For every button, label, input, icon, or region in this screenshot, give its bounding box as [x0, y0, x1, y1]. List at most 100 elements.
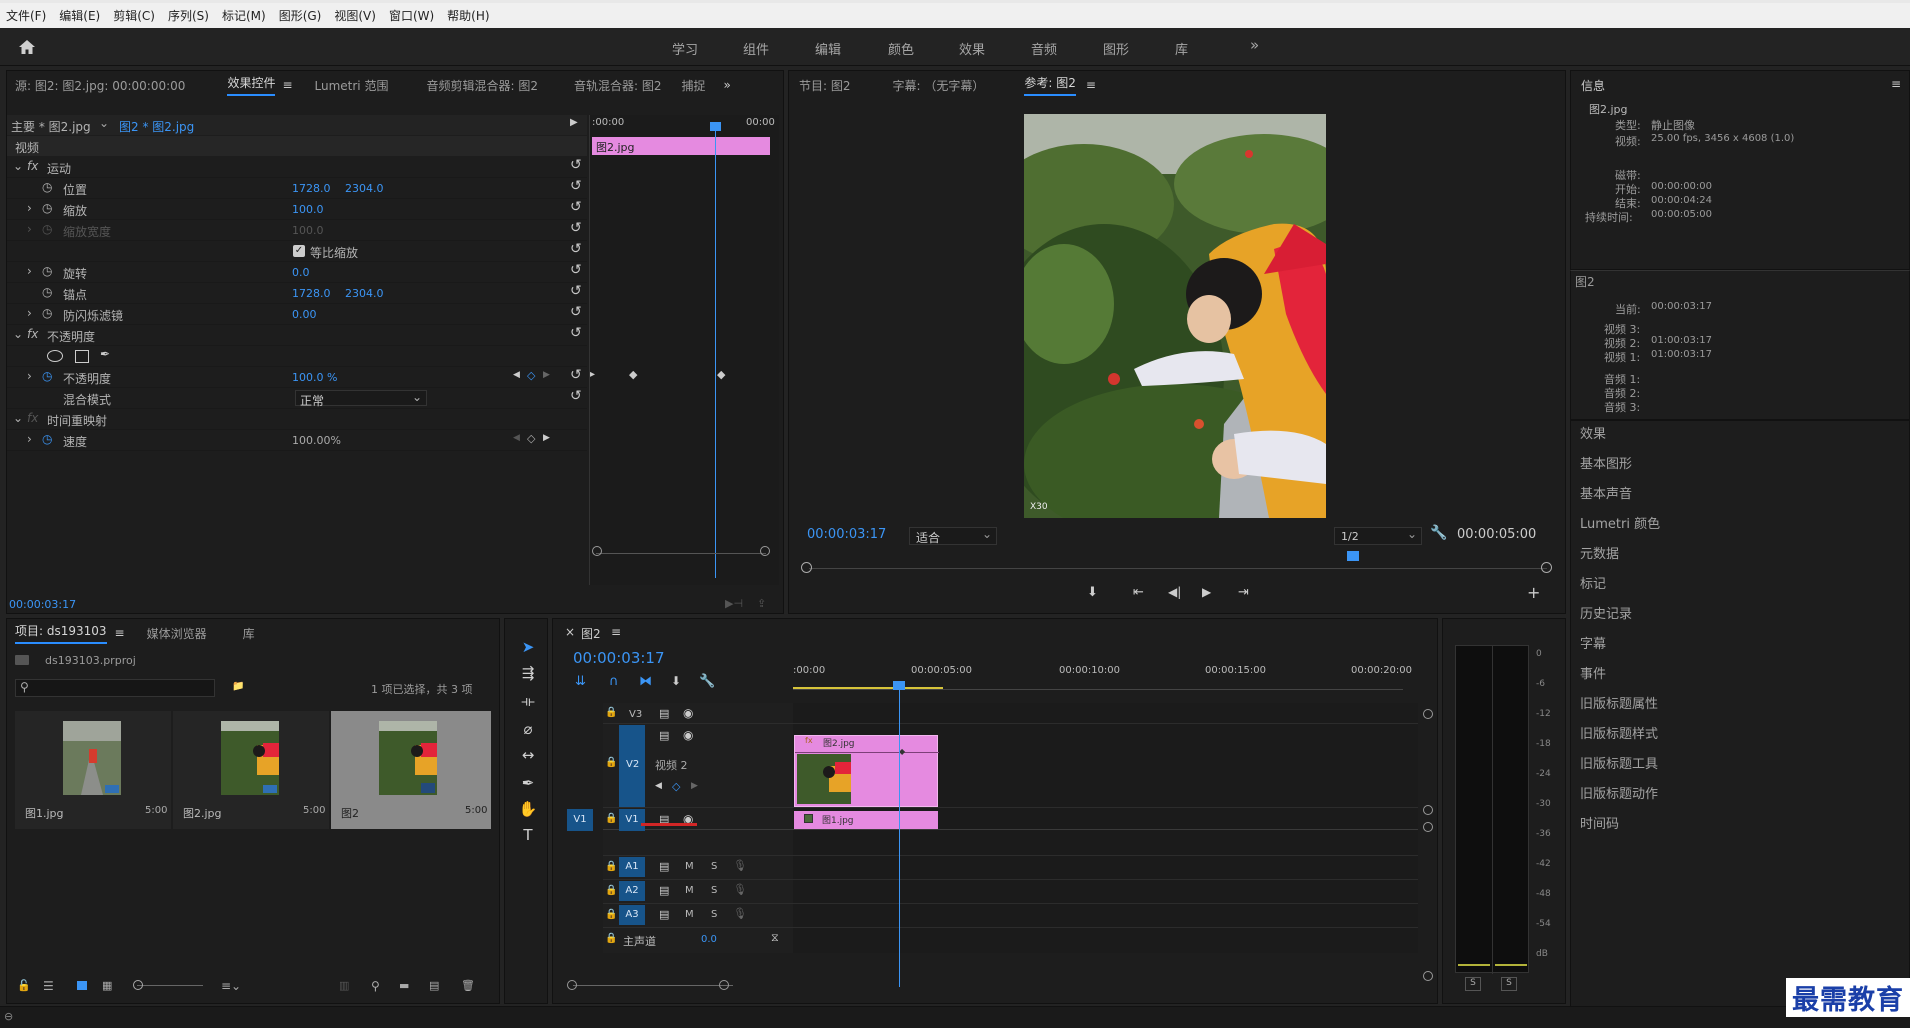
- slip-tool-icon[interactable]: ↔: [518, 746, 538, 766]
- track-name-v2[interactable]: 视频 2: [655, 757, 688, 773]
- selection-tool-icon[interactable]: ➤: [518, 638, 538, 658]
- effect-controls-timecode[interactable]: 00:00:03:17: [9, 598, 76, 611]
- side-item-timecode[interactable]: 时间码: [1580, 813, 1619, 832]
- stopwatch-active-icon[interactable]: ◷: [42, 432, 52, 446]
- tab-audio-track-mixer[interactable]: 音轨混合器: 图2: [574, 77, 662, 94]
- reset-icon[interactable]: ↺: [570, 220, 582, 236]
- side-item-legacy-title-properties[interactable]: 旧版标题属性: [1580, 693, 1658, 712]
- play-right-icon[interactable]: ▶: [570, 117, 578, 128]
- position-y-value[interactable]: 2304.0: [345, 182, 384, 195]
- add-button-icon[interactable]: +: [1527, 583, 1540, 602]
- anchor-x-value[interactable]: 1728.0: [292, 287, 331, 300]
- tab-menu-icon[interactable]: ≡: [282, 78, 292, 92]
- fx-badge-icon[interactable]: fx: [27, 327, 38, 341]
- clip-v1[interactable]: 图1.jpg: [794, 811, 938, 829]
- reset-icon[interactable]: ↺: [570, 304, 582, 320]
- mute-button[interactable]: M: [685, 885, 694, 896]
- snap-icon[interactable]: ⇊: [575, 674, 586, 689]
- reset-icon[interactable]: ↺: [570, 325, 582, 341]
- lock-icon[interactable]: 🔒: [605, 707, 617, 718]
- step-forward-button[interactable]: ⇥: [1238, 585, 1249, 600]
- tab-reference[interactable]: 参考: 图2: [1024, 74, 1076, 96]
- opacity-value[interactable]: 100.0 %: [292, 371, 337, 384]
- hscroll-handle-right[interactable]: [719, 980, 729, 990]
- uniform-scale-checkbox[interactable]: ✓: [293, 245, 305, 257]
- add-keyframe-icon[interactable]: ◇: [672, 780, 680, 793]
- expand-chevron-icon[interactable]: ⌄: [13, 327, 23, 341]
- freeform-view-icon[interactable]: ▦: [102, 979, 112, 992]
- info-title[interactable]: 信息: [1581, 77, 1605, 94]
- new-item-icon[interactable]: ▤: [429, 979, 439, 992]
- sync-lock-icon[interactable]: ▤: [659, 860, 669, 873]
- workspace-tab-learn[interactable]: 学习: [672, 39, 698, 58]
- anchor-row[interactable]: ◷ 锚点 1728.0 2304.0: [7, 283, 587, 304]
- zoom-slider[interactable]: [137, 985, 203, 986]
- go-to-in-button[interactable]: ⇤: [1133, 585, 1144, 600]
- mini-clip-bar[interactable]: 图2.jpg: [592, 137, 770, 155]
- tab-menu-icon[interactable]: ≡: [1086, 78, 1096, 92]
- keyframe-diamond-icon[interactable]: ◆: [717, 368, 725, 381]
- rectangle-mask-icon[interactable]: [75, 350, 89, 363]
- expand-chevron-icon[interactable]: ⌄: [13, 411, 23, 425]
- timeline-playhead-handle[interactable]: [893, 681, 905, 690]
- rotation-value[interactable]: 0.0: [292, 266, 310, 279]
- tab-captions[interactable]: 字幕: （无字幕）: [893, 77, 985, 94]
- ripple-edit-tool-icon[interactable]: ⟛: [518, 692, 538, 712]
- workspace-tab-editing[interactable]: 编辑: [815, 39, 841, 58]
- automate-icon[interactable]: ▥: [339, 979, 349, 992]
- workspace-tab-graphics[interactable]: 图形: [1103, 39, 1129, 58]
- solo-button[interactable]: S: [711, 885, 717, 896]
- project-item-1[interactable]: 图1.jpg 5:00: [15, 711, 171, 829]
- side-item-legacy-title-actions[interactable]: 旧版标题动作: [1580, 783, 1658, 802]
- speed-row[interactable]: › ◷ 速度 100.00% ◀ ◇ ▶: [7, 430, 587, 451]
- hand-tool-icon[interactable]: ✋: [518, 800, 538, 820]
- tab-source[interactable]: 源: 图2: 图2.jpg: 00:00:00:00: [15, 77, 185, 94]
- reset-icon[interactable]: ↺: [570, 199, 582, 215]
- pen-tool-icon[interactable]: ✒: [518, 774, 538, 794]
- side-item-essential-sound[interactable]: 基本声音: [1580, 483, 1632, 502]
- side-item-legacy-title-styles[interactable]: 旧版标题样式: [1580, 723, 1658, 742]
- side-item-markers[interactable]: 标记: [1580, 573, 1606, 592]
- side-item-metadata[interactable]: 元数据: [1580, 543, 1619, 562]
- menu-marker[interactable]: 标记(M): [222, 7, 266, 24]
- microphone-icon[interactable]: 🎙: [733, 907, 747, 920]
- track-target-a2[interactable]: A2: [619, 881, 645, 901]
- sort-icon[interactable]: ≡⌄: [221, 979, 241, 993]
- hscroll-bar[interactable]: [573, 985, 733, 986]
- reset-icon[interactable]: ↺: [570, 178, 582, 194]
- eye-icon[interactable]: ◉: [683, 728, 693, 742]
- program-timecode[interactable]: 00:00:03:17: [807, 527, 886, 542]
- sequence-clip-label[interactable]: 图2 * 图2.jpg: [119, 118, 194, 135]
- lock-icon[interactable]: 🔒: [605, 885, 617, 896]
- menu-help[interactable]: 帮助(H): [447, 7, 489, 24]
- master-clip-label[interactable]: 主要 * 图2.jpg: [11, 118, 91, 135]
- solo-right-button[interactable]: S: [1501, 977, 1517, 991]
- stopwatch-icon[interactable]: ◷: [42, 306, 52, 320]
- wrench-icon[interactable]: 🔧: [1430, 525, 1447, 541]
- scale-value[interactable]: 100.0: [292, 203, 324, 216]
- rotation-row[interactable]: › ◷ 旋转 0.0: [7, 262, 587, 283]
- master-expand-icon[interactable]: ⧖: [771, 931, 779, 945]
- track-target-v1[interactable]: V1: [619, 809, 645, 831]
- lock-icon[interactable]: 🔒: [605, 933, 617, 944]
- track-target-a3[interactable]: A3: [619, 905, 645, 925]
- menu-file[interactable]: 文件(F): [6, 7, 46, 24]
- reset-icon[interactable]: ↺: [570, 157, 582, 173]
- lock-icon[interactable]: 🔓: [17, 979, 31, 992]
- expand-chevron-icon[interactable]: ›: [27, 201, 32, 215]
- tab-program[interactable]: 节目: 图2: [799, 77, 851, 94]
- stopwatch-icon[interactable]: ◷: [42, 201, 52, 215]
- source-patch-v1[interactable]: V1: [567, 809, 593, 831]
- chevron-down-icon[interactable]: ⌄: [99, 116, 109, 130]
- side-item-effects[interactable]: 效果: [1580, 423, 1606, 442]
- timeline-playhead[interactable]: [899, 685, 900, 987]
- next-keyframe-icon[interactable]: ▶: [543, 370, 550, 380]
- step-back-button[interactable]: ◀|: [1168, 585, 1181, 599]
- tabs-overflow-icon[interactable]: »: [723, 78, 730, 92]
- lock-icon[interactable]: 🔒: [605, 813, 617, 824]
- tab-menu-icon[interactable]: ≡: [115, 626, 125, 640]
- export-icon[interactable]: ⇪: [757, 597, 766, 610]
- clip-v2[interactable]: fx 图2.jpg ◆: [794, 735, 939, 807]
- ellipse-mask-icon[interactable]: [47, 350, 63, 362]
- stopwatch-icon[interactable]: ◷: [42, 264, 52, 278]
